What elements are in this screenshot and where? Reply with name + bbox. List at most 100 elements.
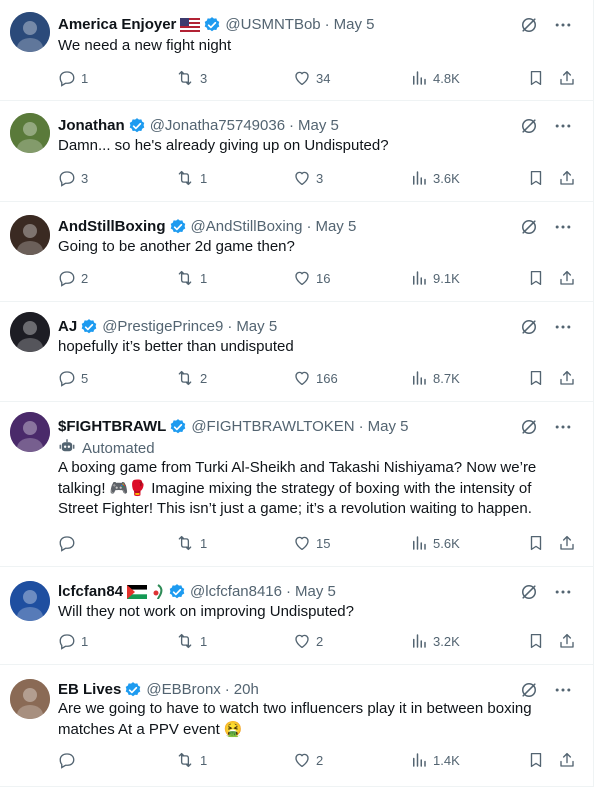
like-button[interactable]: 16	[293, 269, 330, 287]
timestamp[interactable]: 20h	[234, 680, 259, 700]
display-name[interactable]: Jonathan	[58, 116, 125, 136]
avatar[interactable]	[10, 679, 50, 719]
handle[interactable]: @USMNTBob	[225, 15, 320, 35]
grok-icon[interactable]	[519, 217, 539, 237]
avatar[interactable]	[10, 215, 50, 255]
reply-icon	[58, 632, 76, 650]
avatar[interactable]	[10, 113, 50, 153]
tweet[interactable]: lcfcfan84 @lcfcfan8416 · May 5 Will they not…	[0, 567, 593, 665]
views-count: 3.6K	[433, 170, 460, 186]
share-button[interactable]	[558, 632, 576, 650]
repost-button[interactable]: 1	[175, 169, 207, 187]
bookmark-button[interactable]	[527, 632, 545, 650]
action-bar: 1 1 2 3.2K	[58, 632, 577, 652]
grok-icon[interactable]	[519, 680, 539, 700]
more-dots-icon[interactable]	[553, 317, 573, 337]
share-button[interactable]	[558, 369, 576, 387]
repost-button[interactable]: 1	[175, 534, 207, 552]
reply-button[interactable]	[58, 751, 81, 769]
handle[interactable]: @Jonatha75749036	[150, 116, 285, 136]
views-button[interactable]: 3.2K	[410, 632, 460, 650]
reply-button[interactable]: 3	[58, 169, 88, 187]
share-button[interactable]	[558, 269, 576, 287]
reply-button[interactable]: 1	[58, 632, 88, 650]
more-dots-icon[interactable]	[553, 217, 573, 237]
bookmark-button[interactable]	[527, 534, 545, 552]
display-name[interactable]: $FIGHTBRAWL	[58, 417, 166, 437]
display-name[interactable]: America Enjoyer	[58, 15, 176, 35]
heart-icon	[293, 369, 311, 387]
grok-icon[interactable]	[519, 116, 539, 136]
more-dots-icon[interactable]	[553, 417, 573, 437]
display-name[interactable]: AndStillBoxing	[58, 217, 166, 237]
grok-icon[interactable]	[519, 15, 539, 35]
verified-badge-icon	[124, 681, 142, 699]
more-dots-icon[interactable]	[553, 15, 573, 35]
timestamp[interactable]: May 5	[368, 417, 409, 437]
repost-button[interactable]: 2	[175, 369, 207, 387]
avatar[interactable]	[10, 412, 50, 452]
share-button[interactable]	[558, 69, 576, 87]
reply-button[interactable]: 1	[58, 69, 88, 87]
views-button[interactable]: 4.8K	[410, 69, 460, 87]
share-button[interactable]	[558, 751, 576, 769]
timestamp[interactable]: May 5	[295, 582, 336, 602]
timestamp[interactable]: May 5	[334, 15, 375, 35]
bookmark-button[interactable]	[527, 69, 545, 87]
share-button[interactable]	[558, 534, 576, 552]
reply-button[interactable]	[58, 534, 81, 552]
repost-button[interactable]: 1	[175, 632, 207, 650]
views-button[interactable]: 1.4K	[410, 751, 460, 769]
display-name[interactable]: lcfcfan84	[58, 582, 123, 602]
repost-button[interactable]: 3	[175, 69, 207, 87]
views-button[interactable]: 9.1K	[410, 269, 460, 287]
display-name[interactable]: AJ	[58, 317, 77, 337]
repost-button[interactable]: 1	[175, 751, 207, 769]
bookmark-button[interactable]	[527, 751, 545, 769]
like-button[interactable]: 2	[293, 751, 323, 769]
avatar[interactable]	[10, 581, 50, 621]
handle[interactable]: @PrestigePrince9	[102, 317, 223, 337]
bookmark-button[interactable]	[527, 369, 545, 387]
more-dots-icon[interactable]	[553, 680, 573, 700]
tweet[interactable]: Jonathan @Jonatha75749036 · May 5 Damn... so…	[0, 101, 593, 202]
views-button[interactable]: 3.6K	[410, 169, 460, 187]
like-button[interactable]: 34	[293, 69, 330, 87]
like-button[interactable]: 15	[293, 534, 330, 552]
like-button[interactable]: 3	[293, 169, 323, 187]
repost-count: 1	[200, 752, 208, 768]
handle[interactable]: @AndStillBoxing	[191, 217, 303, 237]
timestamp[interactable]: May 5	[298, 116, 339, 136]
handle[interactable]: @EBBronx	[146, 680, 220, 700]
tweet[interactable]: EB Lives @EBBronx · 20h Are we going to have…	[0, 665, 593, 787]
avatar[interactable]	[10, 12, 50, 52]
tweet[interactable]: America Enjoyer @USMNTBob · May 5 We need a …	[0, 0, 593, 101]
repost-button[interactable]: 1	[175, 269, 207, 287]
reply-button[interactable]: 2	[58, 269, 88, 287]
views-count: 8.7K	[433, 370, 460, 386]
handle[interactable]: @lcfcfan8416	[190, 582, 282, 602]
tweet[interactable]: AJ @PrestigePrince9 · May 5 hopefully it’s b…	[0, 302, 593, 402]
timestamp[interactable]: May 5	[315, 217, 356, 237]
share-icon	[558, 269, 576, 287]
like-button[interactable]: 166	[293, 369, 338, 387]
views-button[interactable]: 8.7K	[410, 369, 460, 387]
like-button[interactable]: 2	[293, 632, 323, 650]
more-dots-icon[interactable]	[553, 116, 573, 136]
avatar[interactable]	[10, 312, 50, 352]
views-button[interactable]: 5.6K	[410, 534, 460, 552]
tweet[interactable]: $FIGHTBRAWL @FIGHTBRAWLTOKEN · May 5 Automat…	[0, 402, 593, 567]
grok-icon[interactable]	[519, 582, 539, 602]
bookmark-button[interactable]	[527, 269, 545, 287]
display-name[interactable]: EB Lives	[58, 680, 121, 700]
like-count: 166	[316, 370, 338, 386]
grok-icon[interactable]	[519, 417, 539, 437]
bookmark-button[interactable]	[527, 169, 545, 187]
grok-icon[interactable]	[519, 317, 539, 337]
more-dots-icon[interactable]	[553, 582, 573, 602]
tweet[interactable]: AndStillBoxing @AndStillBoxing · May 5 Going…	[0, 202, 593, 302]
timestamp[interactable]: May 5	[236, 317, 277, 337]
reply-button[interactable]: 5	[58, 369, 88, 387]
handle[interactable]: @FIGHTBRAWLTOKEN	[191, 417, 354, 437]
share-button[interactable]	[558, 169, 576, 187]
